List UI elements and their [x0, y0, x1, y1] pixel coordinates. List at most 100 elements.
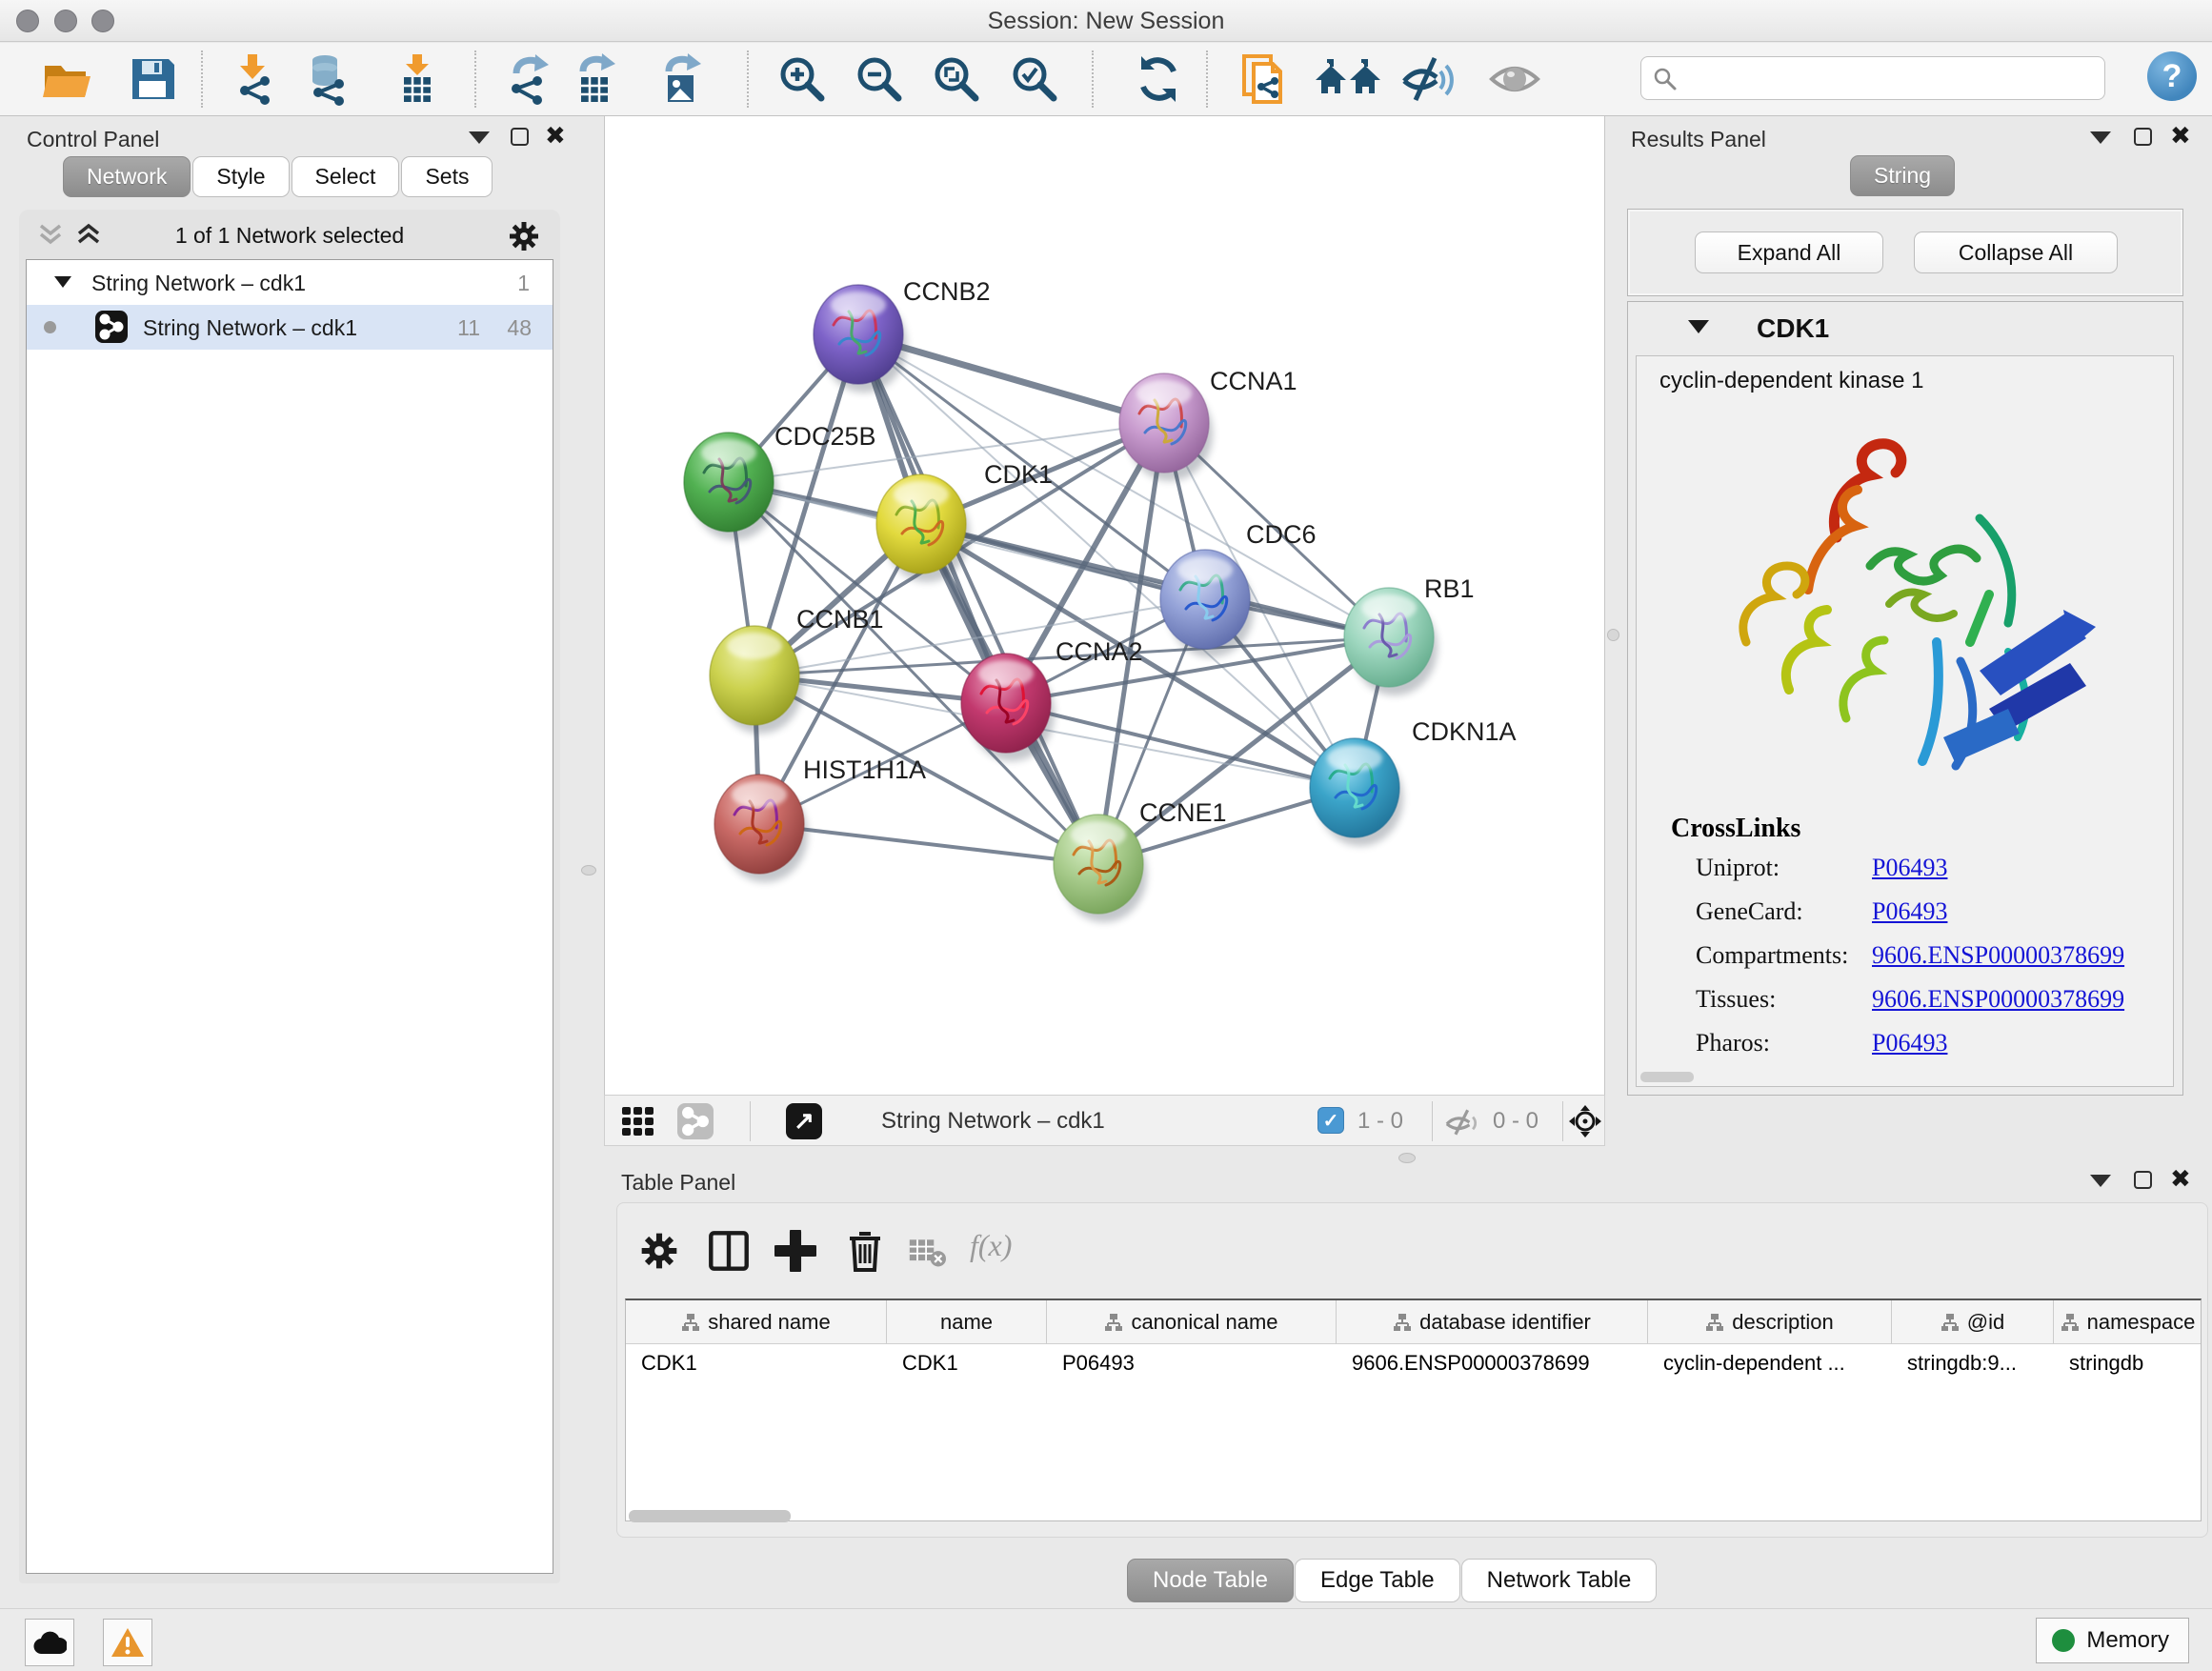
column-header-name[interactable]: name [887, 1300, 1047, 1343]
export-table-icon[interactable] [570, 52, 623, 106]
warning-button[interactable] [103, 1619, 152, 1666]
expand-all-button[interactable]: Expand All [1695, 232, 1883, 273]
results-panel-close-icon[interactable]: ✖ [2170, 127, 2191, 146]
crosslink-value-link[interactable]: P06493 [1872, 1029, 1947, 1057]
network-row-selected[interactable]: String Network – cdk1 11 48 [27, 305, 553, 350]
home-network-icon[interactable] [1315, 52, 1368, 106]
import-network-database-icon[interactable] [301, 52, 354, 106]
table-panel-float-icon[interactable] [2134, 1171, 2152, 1189]
table-panel-collapse-icon[interactable] [2090, 1175, 2111, 1187]
delete-table-icon[interactable] [908, 1236, 946, 1268]
tab-select[interactable]: Select [292, 156, 400, 197]
node-CDKN1A[interactable] [1310, 738, 1403, 846]
cloud-button[interactable] [25, 1619, 74, 1666]
control-panel-collapse-icon[interactable] [469, 131, 490, 144]
share-document-icon[interactable] [1238, 52, 1292, 106]
table-cell[interactable]: cyclin-dependent ... [1648, 1344, 1892, 1384]
tab-string[interactable]: String [1850, 155, 1955, 196]
table-horizontal-scrollbar[interactable] [629, 1510, 791, 1522]
node-CDK1[interactable] [876, 474, 970, 582]
save-session-icon[interactable] [126, 52, 179, 106]
node-CCNA2[interactable] [961, 654, 1055, 761]
left-splitter-handle[interactable] [581, 865, 596, 876]
selected-checkbox-icon[interactable]: ✓ [1317, 1107, 1344, 1134]
node-RB1[interactable] [1344, 588, 1438, 695]
import-network-file-icon[interactable] [229, 52, 282, 106]
tab-style[interactable]: Style [192, 156, 289, 197]
column-header-description[interactable]: description [1648, 1300, 1892, 1343]
gene-header-row[interactable]: CDK1 [1628, 302, 2182, 352]
crosslink-value-link[interactable]: 9606.ENSP00000378699 [1872, 985, 2124, 1014]
table-cell[interactable]: CDK1 [626, 1344, 887, 1384]
node-label-CCNA1: CCNA1 [1210, 367, 1297, 395]
add-column-icon[interactable] [774, 1230, 816, 1272]
delete-trash-icon[interactable] [844, 1230, 886, 1272]
grid-icon[interactable] [622, 1107, 654, 1137]
node-CCNB2[interactable] [814, 285, 907, 393]
table-cell[interactable]: stringdb:9... [1892, 1344, 2054, 1384]
search-input[interactable] [1683, 59, 2093, 97]
crosshair-icon[interactable] [1569, 1105, 1601, 1137]
tab-network-table[interactable]: Network Table [1461, 1559, 1658, 1602]
node-CDC25B[interactable] [684, 433, 777, 540]
zoom-out-icon[interactable] [853, 52, 906, 106]
show-eye-icon[interactable] [1488, 52, 1541, 106]
control-panel-body: 1 of 1 Network selected String Network –… [19, 210, 560, 1583]
results-panel-collapse-icon[interactable] [2090, 131, 2111, 144]
export-image-icon[interactable] [655, 52, 709, 106]
results-scrollbar[interactable] [1640, 1072, 1694, 1082]
edge-CCNE1-HIST1H1A[interactable] [759, 824, 1098, 864]
edge-CDK1-RB1[interactable] [921, 524, 1389, 637]
crosslink-value-link[interactable]: 9606.ENSP00000378699 [1872, 941, 2124, 970]
gene-disclosure-triangle-icon[interactable] [1687, 319, 1710, 334]
string-share-icon-disabled[interactable] [677, 1103, 714, 1139]
node-CCNA1[interactable] [1119, 373, 1213, 481]
collapse-all-button[interactable]: Collapse All [1914, 232, 2118, 273]
node-CCNE1[interactable] [1054, 815, 1147, 922]
hidden-eye-icon[interactable] [1445, 1108, 1483, 1137]
memory-button[interactable]: Memory [2036, 1618, 2189, 1663]
table-cell[interactable]: 9606.ENSP00000378699 [1337, 1344, 1648, 1384]
open-session-icon[interactable] [40, 52, 93, 106]
crosslink-value-link[interactable]: P06493 [1872, 854, 1947, 882]
control-panel-close-icon[interactable]: ✖ [545, 127, 566, 146]
column-header-database-identifier[interactable]: database identifier [1337, 1300, 1648, 1343]
select-columns-icon[interactable] [708, 1230, 750, 1272]
network-canvas[interactable]: CCNB2CCNA1CDC25BCDK1CDC6RB1CCNB1CCNA2CDK… [604, 116, 1605, 1095]
table-cell[interactable]: stringdb [2054, 1344, 2202, 1384]
crosslink-value-link[interactable]: P06493 [1872, 897, 1947, 926]
refresh-icon[interactable] [1132, 52, 1185, 106]
tab-edge-table[interactable]: Edge Table [1295, 1559, 1460, 1602]
gear-icon[interactable] [507, 219, 541, 253]
tab-sets[interactable]: Sets [401, 156, 493, 197]
export-network-icon[interactable] [503, 52, 556, 106]
import-table-file-icon[interactable] [391, 52, 444, 106]
help-icon[interactable]: ? [2147, 51, 2197, 101]
crosslink-row: Compartments:9606.ENSP00000378699 [1696, 941, 2153, 985]
zoom-selected-icon[interactable] [1008, 52, 1061, 106]
column-header-canonical-name[interactable]: canonical name [1047, 1300, 1337, 1343]
results-panel-float-icon[interactable] [2134, 128, 2152, 146]
table-cell[interactable]: P06493 [1047, 1344, 1337, 1384]
function-builder-icon[interactable]: f(x) [970, 1228, 1012, 1263]
network-graph[interactable]: CCNB2CCNA1CDC25BCDK1CDC6RB1CCNB1CCNA2CDK… [605, 116, 1604, 1093]
horizontal-splitter-handle[interactable] [1398, 1153, 1416, 1163]
column-header-shared-name[interactable]: shared name [626, 1300, 887, 1343]
column-header-namespace[interactable]: namespace [2054, 1300, 2202, 1343]
network-collection-row[interactable]: String Network – cdk1 1 [27, 260, 553, 305]
tab-network[interactable]: Network [63, 156, 191, 197]
tab-node-table[interactable]: Node Table [1127, 1559, 1294, 1602]
external-link-icon[interactable]: ↗ [786, 1103, 822, 1139]
node-HIST1H1A[interactable] [714, 775, 808, 882]
column-header-@id[interactable]: @id [1892, 1300, 2054, 1343]
table-gear-icon[interactable] [638, 1230, 680, 1272]
zoom-fit-icon[interactable] [930, 52, 983, 106]
table-cell[interactable]: CDK1 [887, 1344, 1047, 1384]
right-splitter-handle[interactable] [1607, 629, 1619, 641]
table-panel-close-icon[interactable]: ✖ [2170, 1170, 2191, 1189]
hide-selected-eye-icon[interactable] [1400, 52, 1454, 106]
control-panel-float-icon[interactable] [511, 128, 529, 146]
zoom-in-icon[interactable] [775, 52, 829, 106]
table-row[interactable]: CDK1CDK1P064939606.ENSP00000378699cyclin… [626, 1344, 2201, 1384]
disclosure-triangle-icon[interactable] [53, 275, 72, 289]
